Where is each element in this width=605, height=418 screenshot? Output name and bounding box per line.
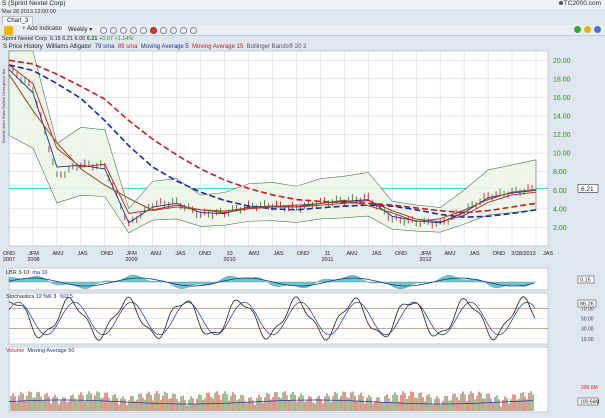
stoch-label: Stochastics 12 %K 3 [6,294,57,300]
price-tick-label: 10.00 [553,151,571,158]
lbr-ma-label: ma 16 [32,270,48,276]
time-tick-label: AMJ [53,251,64,257]
time-tick-label: OND [395,251,407,257]
price-tick-label: 12.00 [553,132,571,139]
price-tick-label: 6.00 [553,188,567,195]
volume-ma-label: Moving Average 50 [27,348,75,354]
time-tick-label: AMJ [445,251,456,257]
time-tick-label: OND [101,251,113,257]
time-tick-label: JAS [543,251,553,257]
time-tick-year: 2008 [27,257,39,263]
time-tick-label: OND [493,251,505,257]
stoch-d-label: %D 5 [59,294,73,300]
time-tick-label: AMJ [347,251,358,257]
last-price-marker-label: 6.21 [581,186,594,193]
volume-label: Volume [6,348,25,354]
price-tick-label: 8.00 [553,169,567,176]
time-tick-year: 2009 [125,257,137,263]
price-tick-label: 2.00 [553,225,567,232]
time-tick-year: 2007 [3,257,15,263]
time-tick-label: JAS [273,251,283,257]
time-tick-label: AMJ [249,251,260,257]
time-tick-year: 2010 [223,257,235,263]
stoch-tick-label: 30.00 [581,327,594,333]
time-tick-label: JAS [175,251,185,257]
time-tick-year: 2012 [419,257,431,263]
price-tick-label: 4.00 [553,206,567,213]
price-tick-label: 20.00 [553,58,571,65]
time-tick-label: OND [199,251,211,257]
price-tick-label: 18.00 [553,76,571,83]
lbr-label: LBR 3-10 [6,270,30,276]
lbr-last-label: 0.15 [580,278,591,284]
time-tick-label: JAS [371,251,381,257]
time-tick-label: AMJ [151,251,162,257]
lbr-pane-label: LBR 3-10 ma 16 [6,270,48,276]
volume-pane-label: Volume Moving Average 50 [6,348,74,354]
time-tick-label: JAS [77,251,87,257]
time-tick-label: JAS [469,251,479,257]
volume-tick-label: 200.0M [581,385,598,391]
stoch-tick-label: 10.00 [581,337,594,343]
app-window: S (Sprint Nextel Corp) TC2000.com Mar 28… [0,0,605,418]
chart-canvas[interactable]: 20.00 18.00 16.00 14.00 12.00 10.00 8.00 6.00 4.… [0,0,605,418]
stoch-last-label: 86.26 [580,302,594,308]
stoch-tick-label: 50.00 [581,317,594,323]
price-tick-label: 16.00 [553,95,571,102]
price-tick-label: 14.00 [553,114,571,121]
stoch-pane-label: Stochastics 12 %K 3 %D 5 [6,294,73,300]
volume-last-label: 100.56M [580,400,599,406]
time-tick-label: OND [297,251,309,257]
time-tick-year: 2011 [322,257,334,263]
time-tick-label: 3/28/2013 [511,251,535,257]
